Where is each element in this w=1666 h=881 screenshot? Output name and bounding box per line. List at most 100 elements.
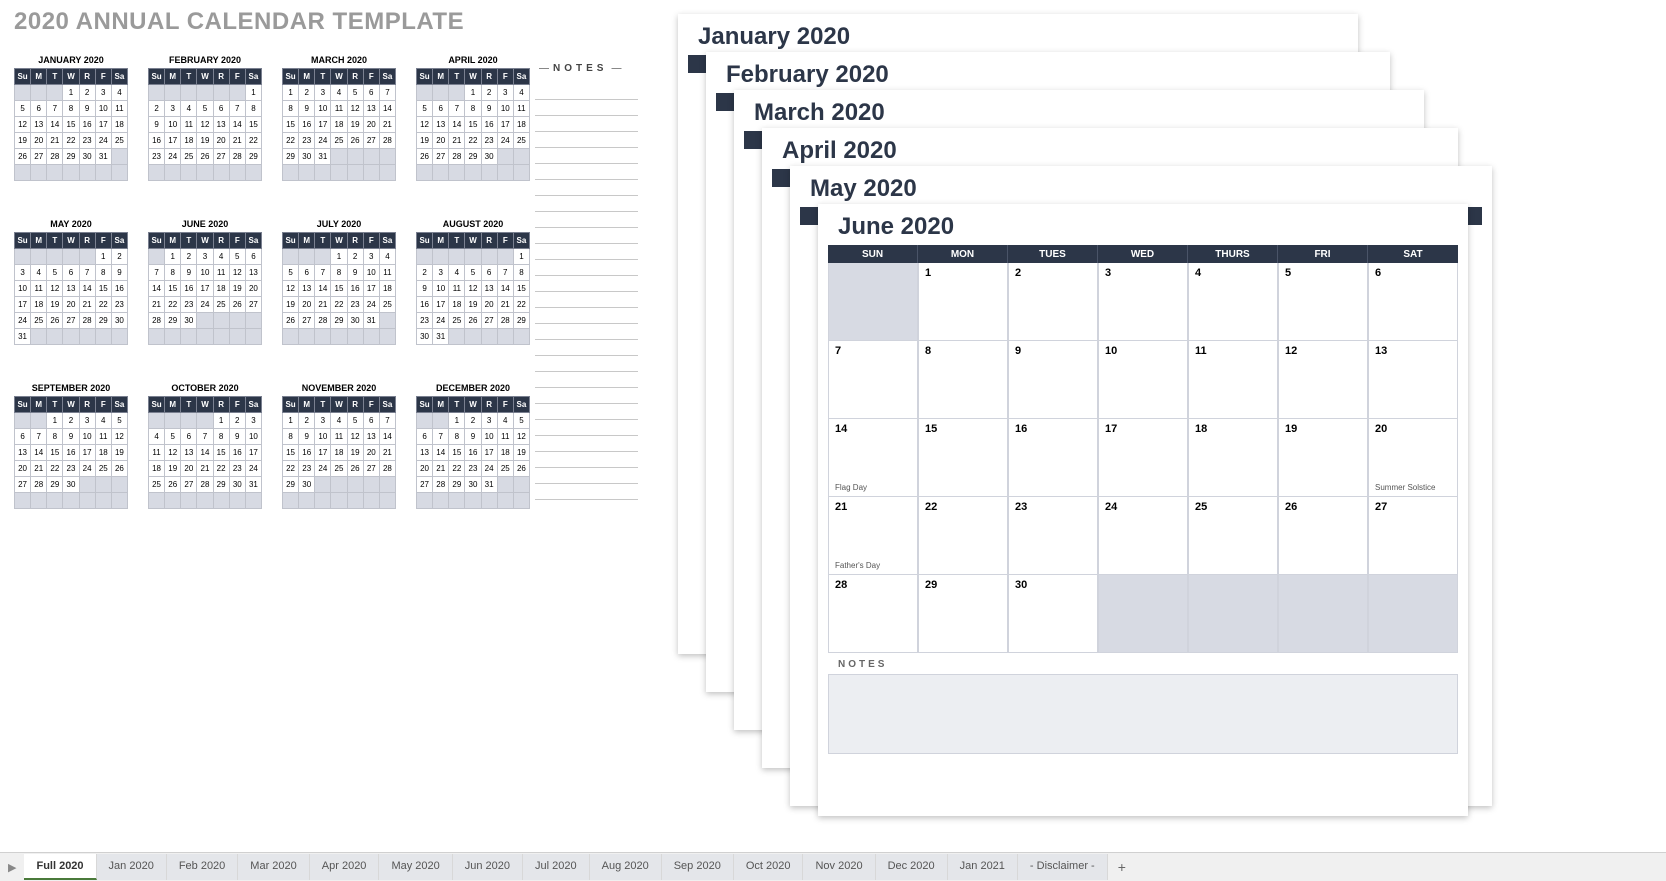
- add-sheet-button[interactable]: +: [1108, 859, 1136, 875]
- month-notes-area[interactable]: [828, 674, 1458, 754]
- day-header-cell: MON: [918, 245, 1008, 263]
- month-sheet-front: June 2020SUNMONTUESWEDTHURSFRISAT1234567…: [818, 204, 1468, 816]
- day-header-cell: FRI: [1278, 245, 1368, 263]
- day-cell[interactable]: 18: [1188, 419, 1278, 497]
- day-cell[interactable]: 12: [1278, 341, 1368, 419]
- day-cell[interactable]: 26: [1278, 497, 1368, 575]
- sheet-tab[interactable]: Apr 2020: [310, 854, 380, 880]
- sheet-tab[interactable]: - Disclaimer -: [1018, 854, 1108, 880]
- sheet-tab[interactable]: Jun 2020: [453, 854, 523, 880]
- sheet-tab[interactable]: Aug 2020: [590, 854, 662, 880]
- day-header-cell: TUES: [1008, 245, 1098, 263]
- month-notes-label: NOTES: [838, 659, 1448, 670]
- mini-month: JUNE 2020SuMTWRFSa1234567891011121314151…: [148, 219, 262, 345]
- mini-month-title: APRIL 2020: [416, 55, 530, 65]
- day-cell[interactable]: 13: [1368, 341, 1458, 419]
- day-cell[interactable]: 20Summer Solstice: [1368, 419, 1458, 497]
- day-cell[interactable]: 17: [1098, 419, 1188, 497]
- sheet-tab[interactable]: Mar 2020: [238, 854, 309, 880]
- mini-month: NOVEMBER 2020SuMTWRFSa123456789101112131…: [282, 383, 396, 509]
- day-header-cell: WED: [1098, 245, 1188, 263]
- day-event-label: Flag Day: [835, 483, 867, 492]
- mini-month: JULY 2020SuMTWRFSa1234567891011121314151…: [282, 219, 396, 345]
- sheet-tab[interactable]: May 2020: [379, 854, 452, 880]
- mini-month: AUGUST 2020SuMTWRFSa12345678910111213141…: [416, 219, 530, 345]
- day-cell[interactable]: 28: [828, 575, 918, 653]
- sheet-tab[interactable]: Nov 2020: [803, 854, 875, 880]
- mini-month: APRIL 2020SuMTWRFSa123456789101112131415…: [416, 55, 530, 181]
- year-overview-grid: JANUARY 2020SuMTWRFSa1234567891011121314…: [14, 55, 530, 509]
- day-cell[interactable]: 10: [1098, 341, 1188, 419]
- mini-month: FEBRUARY 2020SuMTWRFSa123456789101112131…: [148, 55, 262, 181]
- mini-month-title: DECEMBER 2020: [416, 383, 530, 393]
- day-cell[interactable]: 6: [1368, 263, 1458, 341]
- sheet-tab[interactable]: Jan 2020: [97, 854, 167, 880]
- mini-month: JANUARY 2020SuMTWRFSa1234567891011121314…: [14, 55, 128, 181]
- day-cell[interactable]: [1278, 575, 1368, 653]
- month-sheet-title: June 2020: [838, 213, 1468, 241]
- mini-month-title: MARCH 2020: [282, 55, 396, 65]
- day-cell[interactable]: [1368, 575, 1458, 653]
- day-cell[interactable]: 19: [1278, 419, 1368, 497]
- mini-month: OCTOBER 2020SuMTWRFSa1234567891011121314…: [148, 383, 262, 509]
- day-cell[interactable]: 2: [1008, 263, 1098, 341]
- month-sheet-title: May 2020: [810, 175, 1492, 203]
- mini-month-title: JULY 2020: [282, 219, 396, 229]
- sheet-tab[interactable]: Dec 2020: [876, 854, 948, 880]
- page-title: 2020 ANNUAL CALENDAR TEMPLATE: [14, 8, 464, 36]
- day-event-label: Summer Solstice: [1375, 483, 1435, 492]
- day-cell[interactable]: 14Flag Day: [828, 419, 918, 497]
- month-sheet-title: January 2020: [698, 23, 1358, 51]
- day-header-cell: SAT: [1368, 245, 1458, 263]
- day-cell[interactable]: 24: [1098, 497, 1188, 575]
- day-header-cell: SUN: [828, 245, 918, 263]
- mini-month: DECEMBER 2020SuMTWRFSa123456789101112131…: [416, 383, 530, 509]
- day-cell[interactable]: 8: [918, 341, 1008, 419]
- day-cell[interactable]: 25: [1188, 497, 1278, 575]
- day-cell[interactable]: 23: [1008, 497, 1098, 575]
- day-cell[interactable]: 30: [1008, 575, 1098, 653]
- sheet-tab[interactable]: Oct 2020: [734, 854, 804, 880]
- sheet-tab-bar: ▶ Full 2020Jan 2020Feb 2020Mar 2020Apr 2…: [0, 852, 1666, 881]
- month-sheet-title: March 2020: [754, 99, 1424, 127]
- mini-month: MAY 2020SuMTWRFSa12345678910111213141516…: [14, 219, 128, 345]
- sheet-tab[interactable]: Feb 2020: [167, 854, 238, 880]
- day-cell[interactable]: 5: [1278, 263, 1368, 341]
- day-cell[interactable]: 16: [1008, 419, 1098, 497]
- day-cell[interactable]: [828, 263, 918, 341]
- day-cell[interactable]: 22: [918, 497, 1008, 575]
- annual-notes-lines: [535, 84, 638, 500]
- day-cell[interactable]: 15: [918, 419, 1008, 497]
- mini-month-title: JANUARY 2020: [14, 55, 128, 65]
- month-sheet-title: February 2020: [726, 61, 1390, 89]
- month-grid: 1234567891011121314Flag Day151617181920S…: [828, 263, 1458, 653]
- sheet-tab[interactable]: Sep 2020: [662, 854, 734, 880]
- mini-month-title: AUGUST 2020: [416, 219, 530, 229]
- mini-month-title: JUNE 2020: [148, 219, 262, 229]
- day-cell[interactable]: 7: [828, 341, 918, 419]
- day-cell[interactable]: [1098, 575, 1188, 653]
- tab-nav-prev-icon[interactable]: ▶: [0, 861, 24, 874]
- annual-notes-heading: NOTES: [535, 63, 625, 74]
- mini-month-title: SEPTEMBER 2020: [14, 383, 128, 393]
- day-cell[interactable]: 11: [1188, 341, 1278, 419]
- mini-month-title: FEBRUARY 2020: [148, 55, 262, 65]
- sheet-tab[interactable]: Full 2020: [24, 854, 96, 880]
- day-cell[interactable]: 3: [1098, 263, 1188, 341]
- month-sheet-title: April 2020: [782, 137, 1458, 165]
- mini-month: MARCH 2020SuMTWRFSa123456789101112131415…: [282, 55, 396, 181]
- day-cell[interactable]: 4: [1188, 263, 1278, 341]
- mini-month-title: OCTOBER 2020: [148, 383, 262, 393]
- day-header-cell: THURS: [1188, 245, 1278, 263]
- day-cell[interactable]: 21Father's Day: [828, 497, 918, 575]
- day-cell[interactable]: 29: [918, 575, 1008, 653]
- sheet-tab[interactable]: Jan 2021: [948, 854, 1018, 880]
- day-event-label: Father's Day: [835, 561, 880, 570]
- day-cell[interactable]: [1188, 575, 1278, 653]
- day-cell[interactable]: 9: [1008, 341, 1098, 419]
- day-cell[interactable]: 27: [1368, 497, 1458, 575]
- mini-month: SEPTEMBER 2020SuMTWRFSa12345678910111213…: [14, 383, 128, 509]
- mini-month-title: NOVEMBER 2020: [282, 383, 396, 393]
- day-cell[interactable]: 1: [918, 263, 1008, 341]
- sheet-tab[interactable]: Jul 2020: [523, 854, 590, 880]
